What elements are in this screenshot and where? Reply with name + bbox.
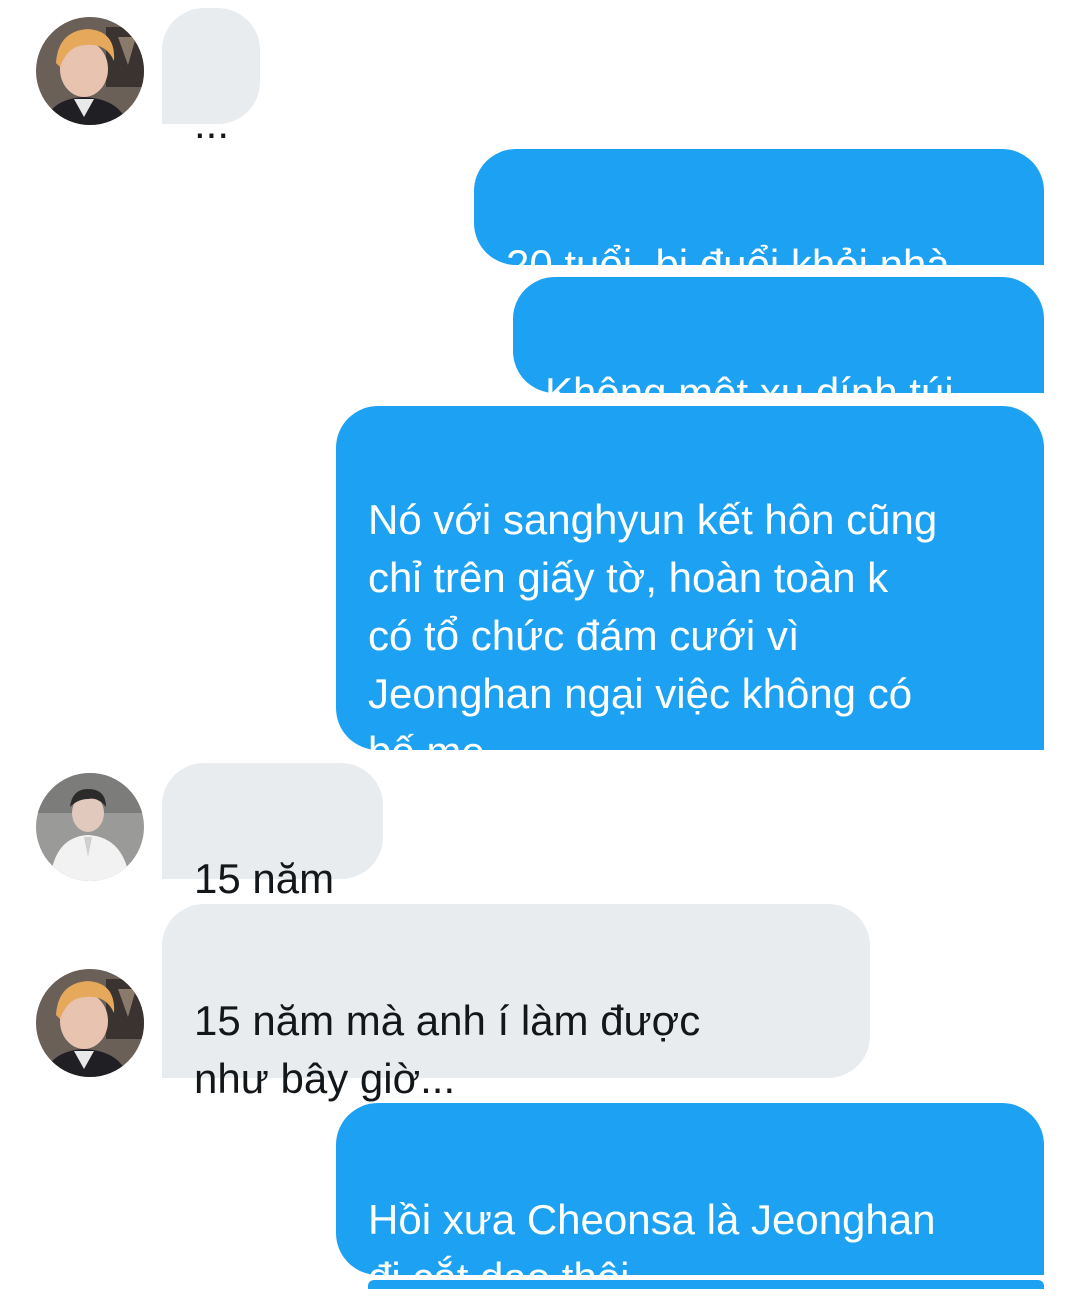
incoming-message-bubble[interactable]: 15 năm bbox=[162, 763, 383, 902]
message-text: Nó với sanghyun kết hôn cũng chỉ trên gi… bbox=[368, 496, 938, 775]
blonde-portrait-avatar-icon bbox=[36, 969, 144, 1077]
blonde-portrait-avatar-icon bbox=[36, 17, 144, 125]
incoming-message-bubble[interactable]: ... bbox=[162, 8, 260, 147]
outgoing-message-bubble[interactable]: 20 tuổi, bị đuổi khỏi nhà bbox=[474, 149, 1044, 288]
incoming-message-bubble[interactable]: 15 năm mà anh í làm được như bây giờ... bbox=[162, 904, 870, 1102]
outgoing-message-bubble[interactable]: Nó với sanghyun kết hôn cũng chỉ trên gi… bbox=[336, 406, 1044, 775]
outgoing-message-bubble[interactable]: Không một xu dính túi bbox=[513, 277, 1044, 416]
white-shirt-portrait-avatar-icon bbox=[36, 773, 144, 881]
contact-avatar[interactable] bbox=[36, 17, 144, 125]
message-text: 15 năm bbox=[194, 855, 335, 902]
outgoing-message-bubble[interactable]: Hồi xưa Cheonsa là Jeonghan đi cắt dạo t… bbox=[336, 1103, 1044, 1301]
message-text: 15 năm mà anh í làm được như bây giờ... bbox=[194, 997, 701, 1102]
outgoing-message-bubble-partial[interactable] bbox=[368, 1280, 1044, 1289]
message-thread: ... 20 tuổi, bị đuổi khỏi nhà Không một … bbox=[0, 0, 1080, 1301]
message-text: ... bbox=[194, 100, 230, 147]
contact-avatar[interactable] bbox=[36, 969, 144, 1077]
contact-avatar[interactable] bbox=[36, 773, 144, 881]
